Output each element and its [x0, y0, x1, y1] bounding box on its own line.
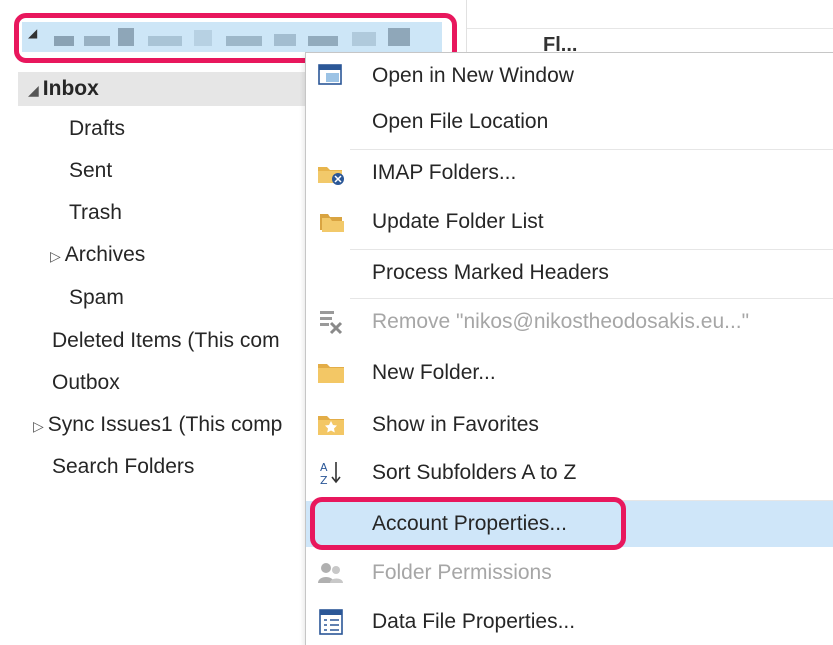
menu-item-label: Folder Permissions	[372, 561, 552, 584]
folder-label: Spam	[69, 286, 124, 309]
menu-item-label: Show in Favorites	[372, 413, 539, 436]
menu-item-process-marked-headers[interactable]: Process Marked Headers	[306, 250, 833, 296]
imap-folders-icon	[316, 159, 346, 187]
folder-label: Search Folders	[52, 455, 195, 478]
message-list-header: Fl...	[467, 0, 833, 56]
menu-item-open-in-new-window[interactable]: Open in New Window	[306, 53, 833, 99]
folder-label: Drafts	[69, 117, 126, 140]
svg-text:A: A	[320, 461, 328, 474]
sort-az-icon: A Z	[316, 459, 346, 487]
menu-item-open-file-location[interactable]: Open File Location	[306, 99, 833, 145]
folder-trash[interactable]: Trash	[69, 199, 122, 227]
folder-label: Sync Issues1 (This comp	[47, 413, 283, 436]
folder-deleted-items[interactable]: Deleted Items (This com	[52, 327, 280, 355]
folder-outbox[interactable]: Outbox	[52, 369, 120, 397]
annotation-highlight-account-properties	[310, 497, 626, 550]
folder-label: Trash	[69, 201, 122, 224]
folder-drafts[interactable]: Drafts	[69, 115, 125, 143]
menu-item-label: Data File Properties...	[372, 610, 576, 633]
folder-label: Outbox	[52, 371, 120, 394]
new-folder-icon	[316, 359, 346, 387]
menu-item-label: Open in New Window	[372, 64, 574, 87]
folder-label: Deleted Items (This com	[52, 329, 280, 352]
menu-item-label: Open File Location	[372, 110, 549, 133]
expand-triangle-icon[interactable]: ▷	[33, 418, 44, 434]
folder-inbox[interactable]: ◢ Inbox	[18, 72, 308, 106]
open-window-icon	[316, 62, 346, 90]
menu-item-sort-subfolders[interactable]: A Z Sort Subfolders A to Z	[306, 450, 833, 496]
menu-item-imap-folders[interactable]: IMAP Folders...	[306, 150, 833, 196]
context-menu: Open in New Window Open File Location IM…	[305, 52, 833, 645]
data-file-properties-icon	[316, 608, 346, 636]
menu-item-new-folder[interactable]: New Folder...	[306, 350, 833, 396]
expand-triangle-icon[interactable]: ▷	[50, 248, 61, 264]
svg-text:Z: Z	[320, 474, 328, 487]
remove-account-icon	[316, 308, 346, 336]
menu-item-data-file-properties[interactable]: Data File Properties...	[306, 599, 833, 645]
menu-item-label: IMAP Folders...	[372, 161, 517, 184]
folder-label: Inbox	[42, 77, 99, 100]
folder-label: Archives	[64, 243, 146, 266]
update-folder-list-icon	[316, 208, 346, 236]
folder-archives[interactable]: ▷ Archives	[50, 241, 145, 270]
menu-item-folder-permissions: Folder Permissions	[306, 550, 833, 596]
menu-item-label: Remove "nikos@nikostheodosakis.eu..."	[372, 310, 750, 333]
folder-search-folders[interactable]: Search Folders	[52, 453, 194, 481]
menu-item-label: Sort Subfolders A to Z	[372, 461, 577, 484]
menu-item-label: Process Marked Headers	[372, 261, 609, 284]
collapse-triangle-icon[interactable]: ◢	[28, 82, 39, 98]
menu-item-remove-account: Remove "nikos@nikostheodosakis.eu..."	[306, 299, 833, 345]
folder-permissions-icon	[316, 559, 346, 587]
menu-item-label: New Folder...	[372, 361, 496, 384]
menu-item-update-folder-list[interactable]: Update Folder List	[306, 199, 833, 245]
folder-spam[interactable]: Spam	[69, 284, 124, 312]
folder-sent[interactable]: Sent	[69, 157, 112, 185]
menu-item-label: Update Folder List	[372, 210, 544, 233]
folder-label: Sent	[69, 159, 113, 182]
folder-sync-issues[interactable]: ▷ Sync Issues1 (This comp	[33, 411, 282, 440]
divider	[467, 28, 833, 29]
menu-item-show-in-favorites[interactable]: Show in Favorites	[306, 402, 833, 448]
favorites-icon	[316, 411, 346, 439]
